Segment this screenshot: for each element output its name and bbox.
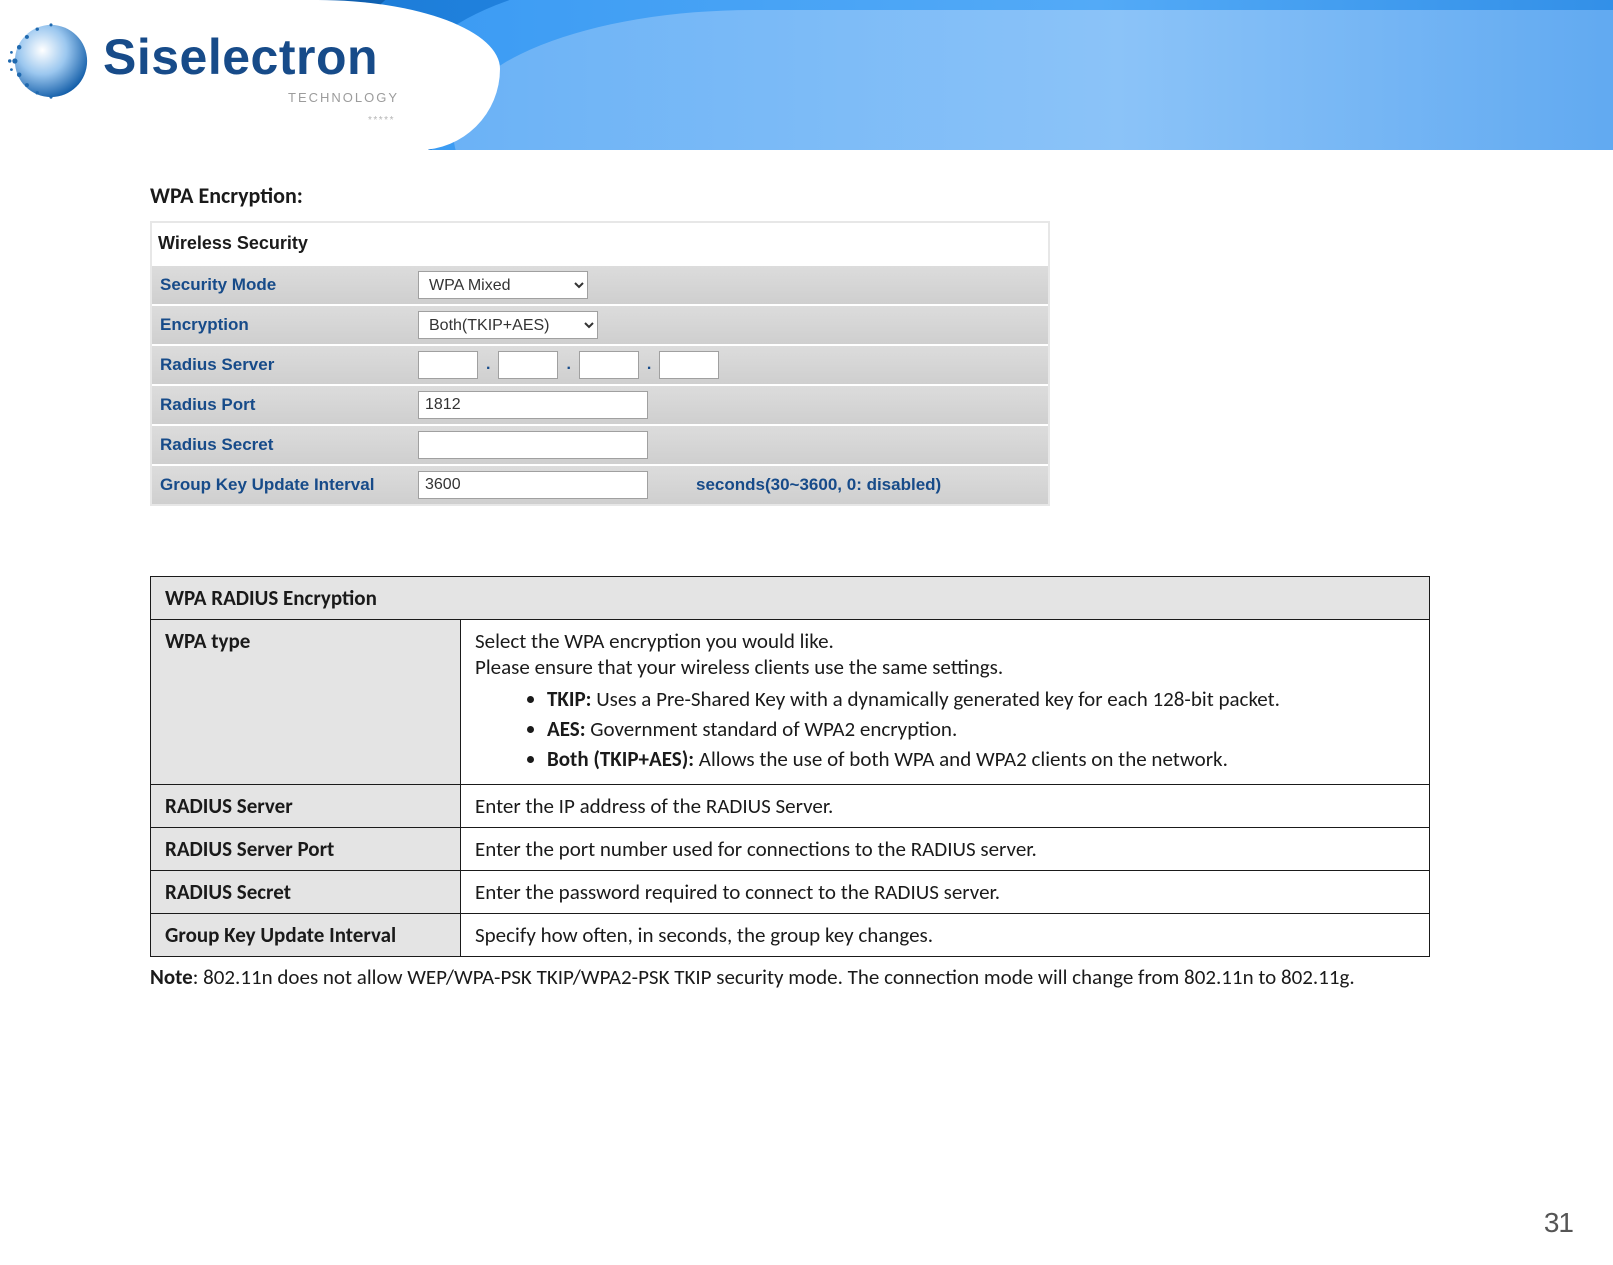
label-radius-port: Radius Port <box>152 395 418 415</box>
radius-ip-octet-3[interactable] <box>579 351 639 379</box>
logo-orb-icon <box>8 18 94 104</box>
encryption-select[interactable]: Both(TKIP+AES) <box>418 311 598 339</box>
row-security-mode: Security Mode WPA Mixed <box>152 264 1048 304</box>
panel-caption: Wireless Security <box>152 223 1048 264</box>
row-name: RADIUS Server Port <box>151 828 461 871</box>
security-mode-select[interactable]: WPA Mixed <box>418 271 588 299</box>
row-radius-port: Radius Port <box>152 384 1048 424</box>
row-radius-server: Radius Server . . . <box>152 344 1048 384</box>
page-number: 31 <box>1544 1207 1573 1239</box>
explanation-table: WPA RADIUS Encryption WPA type Select th… <box>150 576 1430 957</box>
ip-sep: . <box>647 356 651 374</box>
bullet-desc: Government standard of WPA2 encryption. <box>585 716 957 742</box>
note-text: : 802.11n does not allow WEP/WPA-PSK TKI… <box>193 964 1355 990</box>
brand-name: Siselectron <box>103 28 378 86</box>
list-item: TKIP: Uses a Pre-Shared Key with a dynam… <box>547 686 1415 712</box>
row-lead: Select the WPA encryption you would like… <box>475 628 1415 654</box>
footnote: Note: 802.11n does not allow WEP/WPA-PSK… <box>150 963 1430 991</box>
page-header: Siselectron TECHNOLOGY ***** <box>0 0 1613 150</box>
brand-logo: Siselectron TECHNOLOGY ***** <box>8 10 428 130</box>
radius-ip-octet-2[interactable] <box>498 351 558 379</box>
row-bullets: TKIP: Uses a Pre-Shared Key with a dynam… <box>475 686 1415 772</box>
radius-ip-octet-1[interactable] <box>418 351 478 379</box>
label-security-mode: Security Mode <box>152 275 418 295</box>
section-heading: WPA Encryption: <box>150 182 1430 209</box>
table-row: RADIUS Server Port Enter the port number… <box>151 828 1430 871</box>
bullet-desc: Uses a Pre-Shared Key with a dynamically… <box>591 686 1280 712</box>
list-item: AES: Government standard of WPA2 encrypt… <box>547 716 1415 742</box>
bullet-term: Both (TKIP+AES): <box>547 746 694 772</box>
row-name: Group Key Update Interval <box>151 914 461 957</box>
table-row: RADIUS Secret Enter the password require… <box>151 871 1430 914</box>
bullet-term: AES: <box>547 716 585 742</box>
bullet-term: TKIP: <box>547 686 591 712</box>
wireless-security-panel: Wireless Security Security Mode WPA Mixe… <box>150 221 1050 506</box>
label-radius-secret: Radius Secret <box>152 435 418 455</box>
row-lead: Please ensure that your wireless clients… <box>475 654 1415 680</box>
label-group-key: Group Key Update Interval <box>152 475 418 495</box>
row-radius-secret: Radius Secret <box>152 424 1048 464</box>
label-encryption: Encryption <box>152 315 418 335</box>
list-item: Both (TKIP+AES): Allows the use of both … <box>547 746 1415 772</box>
header-wave <box>453 10 1613 150</box>
table-row: WPA type Select the WPA encryption you w… <box>151 620 1430 785</box>
note-label: Note <box>150 964 193 990</box>
label-radius-server: Radius Server <box>152 355 418 375</box>
radius-port-input[interactable] <box>418 391 648 419</box>
row-desc: Specify how often, in seconds, the group… <box>461 914 1430 957</box>
brand-decor-dots: ***** <box>368 115 395 126</box>
table-row: RADIUS Server Enter the IP address of th… <box>151 785 1430 828</box>
table-header: WPA RADIUS Encryption <box>151 577 1430 620</box>
row-desc: Enter the IP address of the RADIUS Serve… <box>461 785 1430 828</box>
table-row: Group Key Update Interval Specify how of… <box>151 914 1430 957</box>
row-name: RADIUS Server <box>151 785 461 828</box>
row-desc: Select the WPA encryption you would like… <box>461 620 1430 785</box>
row-group-key: Group Key Update Interval seconds(30~360… <box>152 464 1048 504</box>
ip-sep: . <box>486 356 490 374</box>
row-desc: Enter the password required to connect t… <box>461 871 1430 914</box>
radius-ip-octet-4[interactable] <box>659 351 719 379</box>
row-name: WPA type <box>151 620 461 785</box>
row-desc: Enter the port number used for connectio… <box>461 828 1430 871</box>
row-encryption: Encryption Both(TKIP+AES) <box>152 304 1048 344</box>
group-key-hint: seconds(30~3600, 0: disabled) <box>696 475 941 495</box>
brand-subtitle: TECHNOLOGY <box>288 90 399 105</box>
page-content: WPA Encryption: Wireless Security Securi… <box>150 160 1430 991</box>
ip-sep: . <box>566 356 570 374</box>
row-name: RADIUS Secret <box>151 871 461 914</box>
radius-secret-input[interactable] <box>418 431 648 459</box>
bullet-desc: Allows the use of both WPA and WPA2 clie… <box>694 746 1228 772</box>
group-key-input[interactable] <box>418 471 648 499</box>
